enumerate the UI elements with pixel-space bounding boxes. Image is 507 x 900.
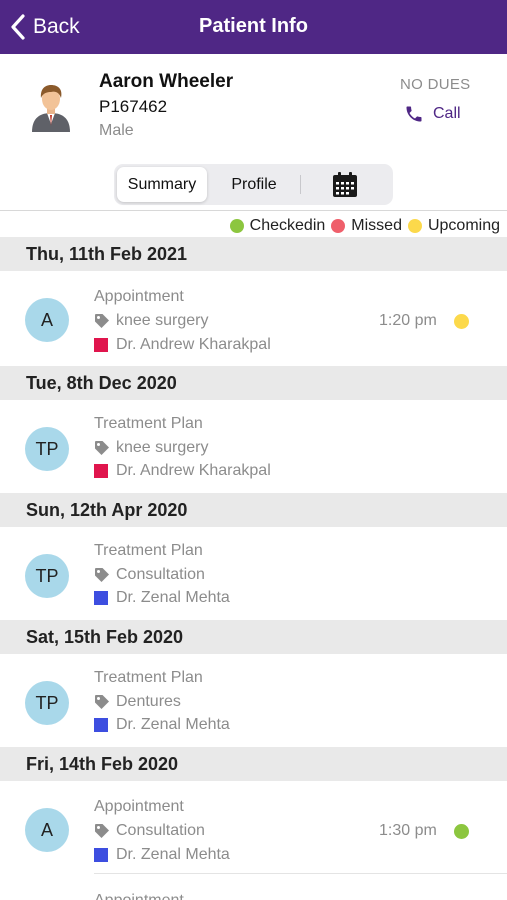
date-header: Fri, 14th Feb 2020 <box>0 747 507 781</box>
entry-procedure: Consultation <box>94 822 205 840</box>
entry-procedure: Dentures <box>94 693 181 711</box>
missed-dot <box>331 219 346 233</box>
entry-type: Treatment Plan <box>94 669 203 686</box>
procedure-label: knee surgery <box>116 439 209 456</box>
procedure-label: Consultation <box>116 566 205 583</box>
tag-icon <box>95 568 109 582</box>
doctor-label: Dr. Zenal Mehta <box>116 846 230 863</box>
date-header: Sat, 15th Feb 2020 <box>0 620 507 654</box>
tag-icon <box>95 314 109 328</box>
phone-icon <box>406 106 422 122</box>
list-item[interactable]: TP Treatment Plan Dentures Dr. Zenal Meh… <box>0 655 507 747</box>
doctor-color-swatch <box>94 848 108 862</box>
tag-icon <box>95 441 109 455</box>
entry-type: Treatment Plan <box>94 542 203 559</box>
person-avatar-icon <box>28 82 74 132</box>
tag-icon <box>95 824 109 838</box>
doctor-color-swatch <box>94 718 108 732</box>
date-label: Sun, 12th Apr 2020 <box>26 500 188 520</box>
upcoming-dot <box>407 219 422 233</box>
status-dot <box>454 314 469 329</box>
section-divider <box>0 210 507 211</box>
entry-time: 1:30 pm <box>379 822 437 839</box>
tab-divider <box>300 175 301 194</box>
checkedin-dot <box>229 219 244 233</box>
patient-name: Aaron Wheeler <box>99 71 234 92</box>
doctor-label: Dr. Andrew Kharakpal <box>116 462 271 479</box>
patient-gender: Male <box>99 122 134 139</box>
entry-type: Treatment Plan <box>94 415 203 432</box>
procedure-label: knee surgery <box>116 312 209 329</box>
date-header: Thu, 11th Feb 2021 <box>0 237 507 271</box>
entry-initials-avatar: TP <box>25 554 69 598</box>
calendar-icon[interactable] <box>330 170 360 200</box>
entry-type: Appointment <box>94 288 184 305</box>
legend-label: Missed <box>351 217 402 234</box>
entry-doctor: Dr. Zenal Mehta <box>94 589 230 607</box>
entry-procedure: Consultation <box>94 566 205 584</box>
status-legend: Checkedin Missed Upcoming <box>229 217 500 235</box>
date-label: Sat, 15th Feb 2020 <box>26 627 184 647</box>
dues-status: NO DUES <box>400 76 471 93</box>
entry-type-partial[interactable]: Appointment <box>94 892 184 900</box>
date-header: Tue, 8th Dec 2020 <box>0 366 507 400</box>
doctor-color-swatch <box>94 464 108 478</box>
entry-doctor: Dr. Andrew Kharakpal <box>94 462 271 480</box>
legend-label: Checkedin <box>249 217 326 234</box>
doctor-color-swatch <box>94 591 108 605</box>
date-header: Sun, 12th Apr 2020 <box>0 493 507 527</box>
entry-doctor: Dr. Zenal Mehta <box>94 846 230 864</box>
doctor-color-swatch <box>94 338 108 352</box>
entry-doctor: Dr. Zenal Mehta <box>94 716 230 734</box>
doctor-label: Dr. Andrew Kharakpal <box>116 336 271 353</box>
nav-bar: Back Patient Info <box>0 0 507 54</box>
entry-initials-avatar: TP <box>25 427 69 471</box>
entry-initials-avatar: A <box>25 298 69 342</box>
entry-type: Appointment <box>94 798 184 815</box>
tag-icon <box>95 695 109 709</box>
date-label: Thu, 11th Feb 2021 <box>26 244 188 264</box>
entry-initials-avatar: A <box>25 808 69 852</box>
status-dot <box>454 824 469 839</box>
patient-id: P167462 <box>99 97 168 116</box>
legend-label: Upcoming <box>427 217 500 234</box>
view-segmented-control: Summary Profile <box>114 164 393 205</box>
list-item[interactable]: A Appointment Consultation Dr. Zenal Meh… <box>0 782 507 874</box>
entry-time: 1:20 pm <box>379 312 437 329</box>
doctor-label: Dr. Zenal Mehta <box>116 589 230 606</box>
procedure-label: Dentures <box>116 693 181 710</box>
list-item[interactable]: TP Treatment Plan Consultation Dr. Zenal… <box>0 528 507 620</box>
tab-profile[interactable]: Profile <box>214 167 294 202</box>
procedure-label: Consultation <box>116 822 205 839</box>
list-item[interactable]: A Appointment knee surgery Dr. Andrew Kh… <box>0 272 507 364</box>
date-label: Fri, 14th Feb 2020 <box>26 754 179 774</box>
date-label: Tue, 8th Dec 2020 <box>26 373 177 393</box>
entry-procedure: knee surgery <box>94 439 209 457</box>
page-title: Patient Info <box>199 15 308 37</box>
call-label: Call <box>433 105 461 122</box>
entry-procedure: knee surgery <box>94 312 209 330</box>
tab-summary[interactable]: Summary <box>117 167 207 202</box>
doctor-label: Dr. Zenal Mehta <box>116 716 230 733</box>
entry-initials-avatar: TP <box>25 681 69 725</box>
entry-doctor: Dr. Andrew Kharakpal <box>94 336 271 354</box>
call-button[interactable]: Call <box>404 104 461 124</box>
entry-divider <box>94 873 507 874</box>
list-item[interactable]: TP Treatment Plan knee surgery Dr. Andre… <box>0 401 507 493</box>
